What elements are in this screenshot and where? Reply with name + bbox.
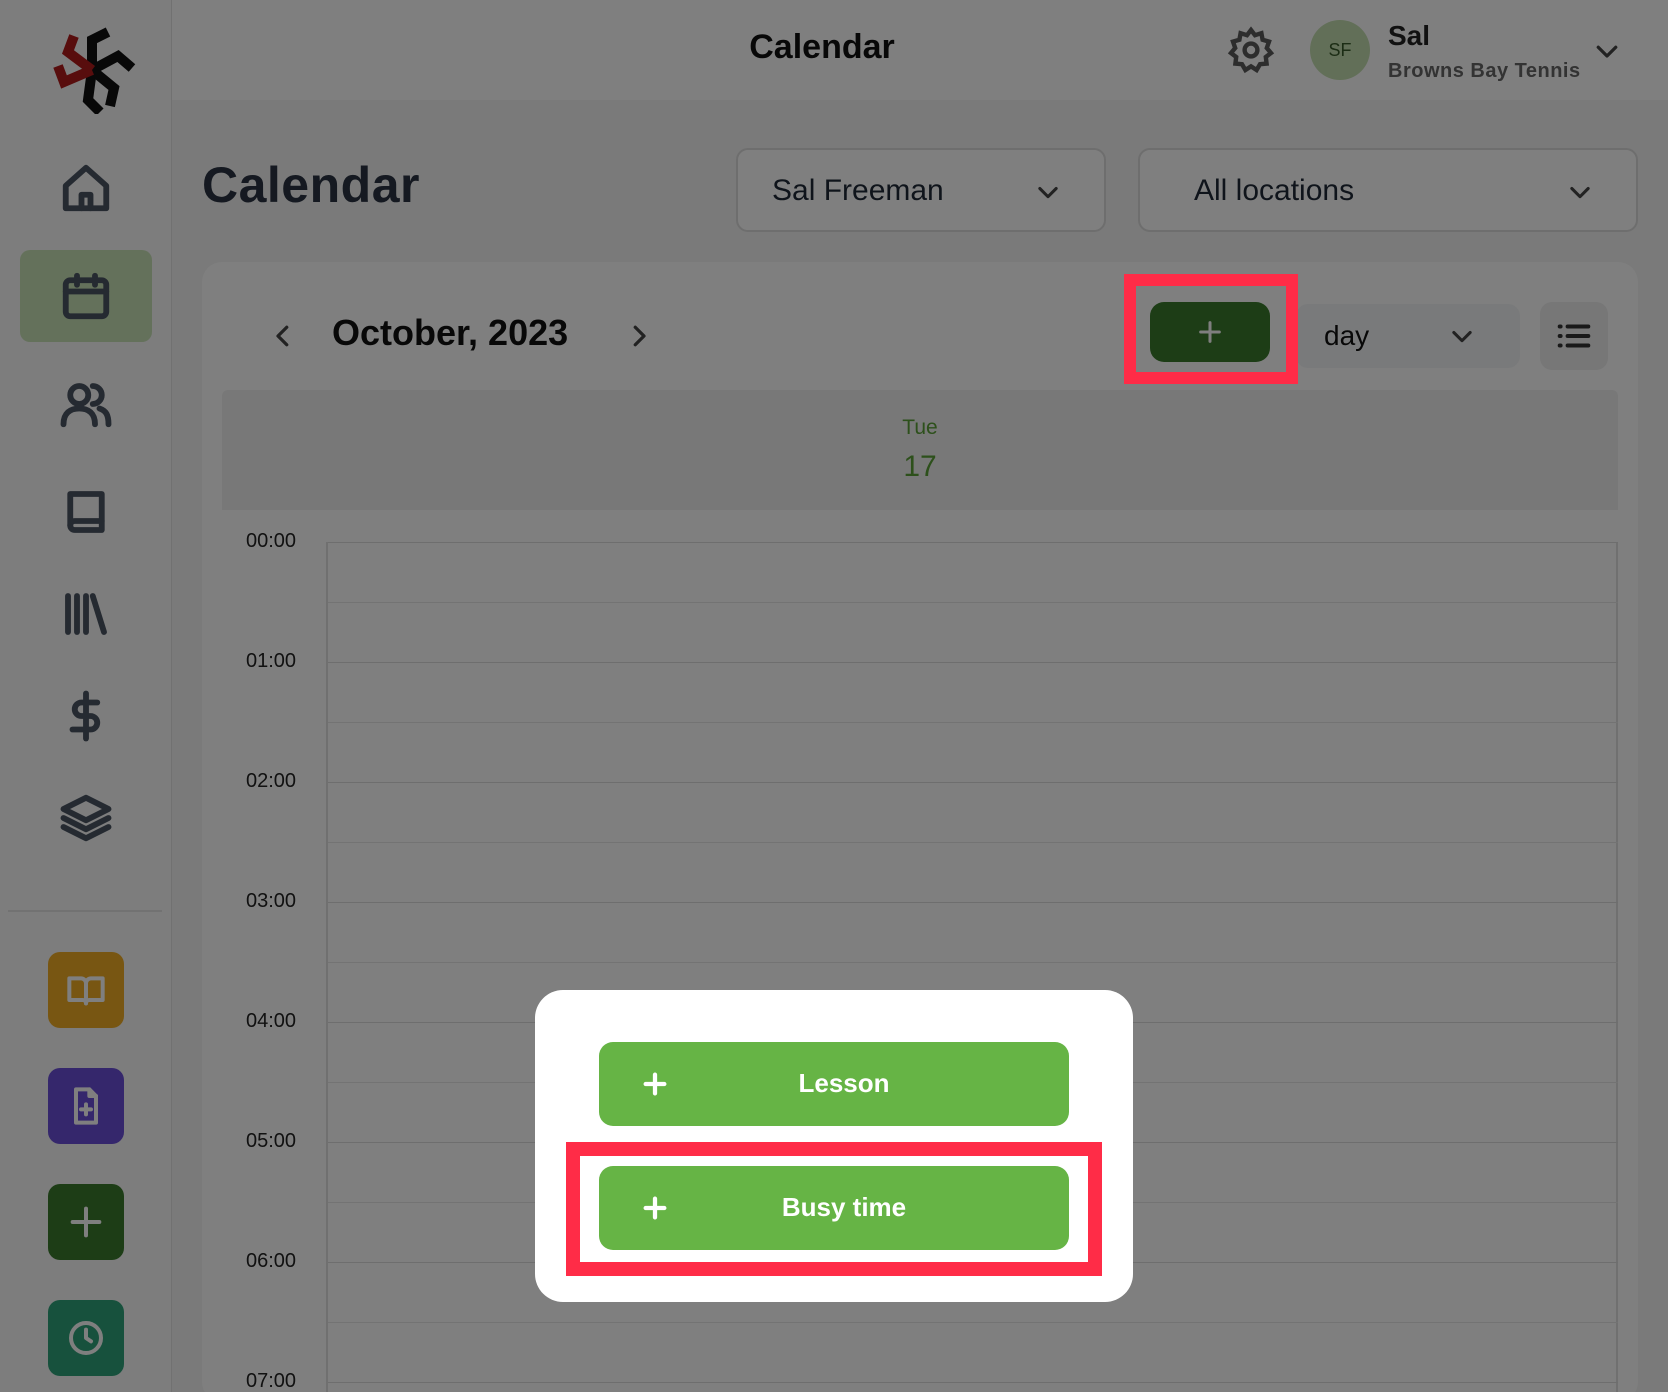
highlight-add-button: [1124, 274, 1298, 384]
add-lesson-label: Lesson: [798, 1068, 890, 1098]
highlight-busy-time-button: [566, 1142, 1102, 1276]
add-lesson-button[interactable]: Lesson: [599, 1042, 1069, 1126]
